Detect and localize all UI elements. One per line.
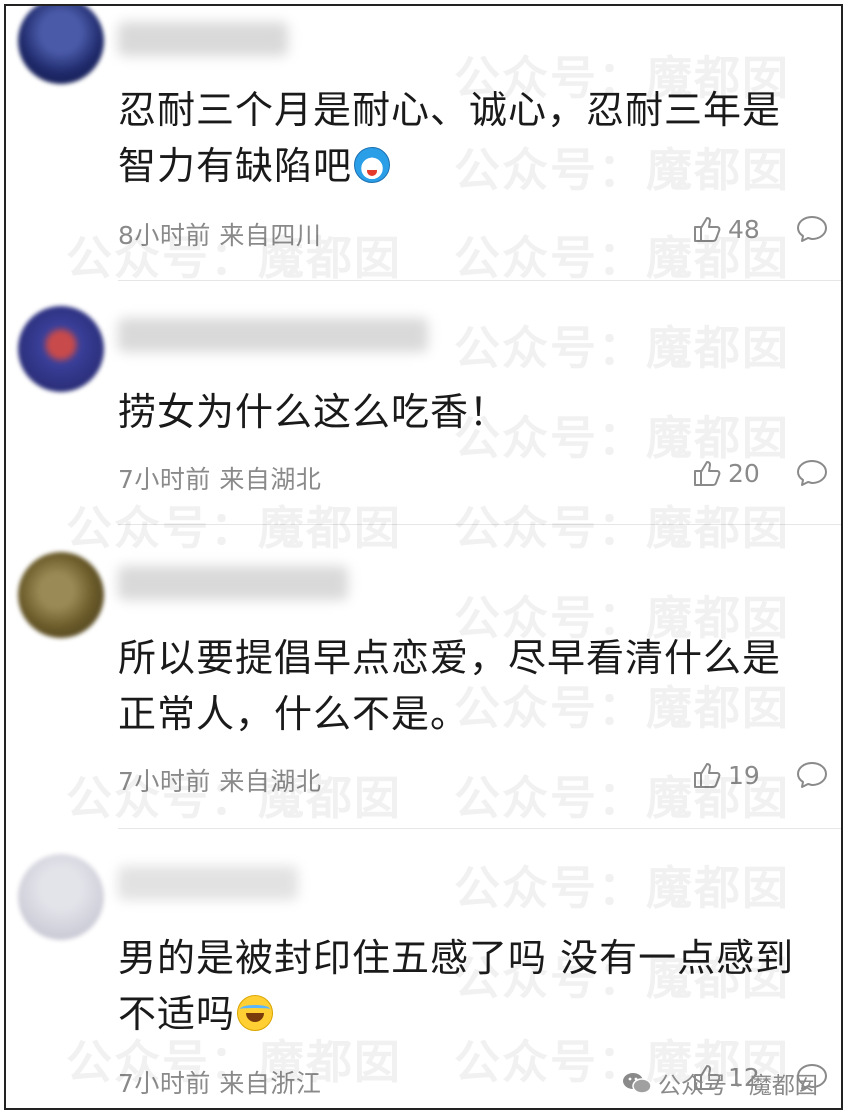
divider [118,828,841,829]
like-button[interactable]: 19 [692,760,760,790]
comment-list: 忍耐三个月是耐心、诚心，忍耐三年是 智力有缺陷吧 8小时前 来自四川 48 捞女… [4,4,843,1110]
comment-bubble-icon [797,460,827,486]
watermark: 公众号：魔都囡 [454,501,790,555]
divider [118,280,841,281]
comment-meta: 8小时前 来自四川 [118,221,322,250]
comment-text-line: 不适吗 [118,986,818,1042]
laughing-tears-emoji-icon [237,995,274,1031]
comment-text-line: 正常人，什么不是。 [118,692,470,736]
avatar[interactable] [18,6,104,84]
comment-bubble-icon [797,216,827,242]
reply-button[interactable] [796,458,828,488]
comment-text: 所以要提倡早点恋爱，尽早看清什么是 正常人，什么不是。 [118,630,818,742]
like-count: 19 [728,760,760,790]
comment-text: 捞女为什么这么吃香！ [118,384,818,440]
username-blurred[interactable] [118,318,428,352]
footer-watermark: 公众号 · 魔都囡 [622,1066,818,1100]
like-button[interactable]: 48 [692,214,760,244]
comment-text-line: 所以要提倡早点恋爱，尽早看清什么是 [118,636,782,680]
username-blurred[interactable] [118,866,298,900]
comment-text: 男的是被封印住五感了吗 没有一点感到 不适吗 [118,930,818,1042]
footer-watermark-label: 公众号 · 魔都囡 [658,1073,818,1099]
divider [118,524,841,525]
watermark: 公众号：魔都囡 [66,501,402,555]
thumbs-up-icon [694,217,721,242]
avatar[interactable] [18,552,104,638]
comment-meta: 7小时前 来自湖北 [118,465,322,494]
reply-button[interactable] [796,760,828,790]
comment-text: 忍耐三个月是耐心、诚心，忍耐三年是 智力有缺陷吧 [118,82,818,194]
comment-text-line: 捞女为什么这么吃香！ [118,390,509,434]
comment-text-line: 男的是被封印住五感了吗 没有一点感到 [118,936,795,980]
watermark: 公众号：魔都囡 [454,861,790,915]
doraemon-emoji-icon [354,147,391,183]
thumbs-up-icon [694,461,721,486]
comment-meta: 7小时前 来自浙江 [118,1069,322,1098]
avatar[interactable] [18,306,104,392]
like-count: 48 [728,214,760,244]
comment-meta: 7小时前 来自湖北 [118,767,322,796]
reply-button[interactable] [796,214,828,244]
comment-bubble-icon [797,762,827,788]
username-blurred[interactable] [118,22,288,56]
watermark: 公众号：魔都囡 [454,321,790,375]
avatar[interactable] [18,854,104,940]
username-blurred[interactable] [118,566,348,600]
comment-text-line: 忍耐三个月是耐心、诚心，忍耐三年是 [118,88,782,132]
wechat-icon [623,1073,652,1094]
thumbs-up-icon [694,763,721,788]
like-button[interactable]: 20 [692,458,760,488]
like-count: 20 [728,458,760,488]
comment-text-line: 智力有缺陷吧 [118,138,818,194]
